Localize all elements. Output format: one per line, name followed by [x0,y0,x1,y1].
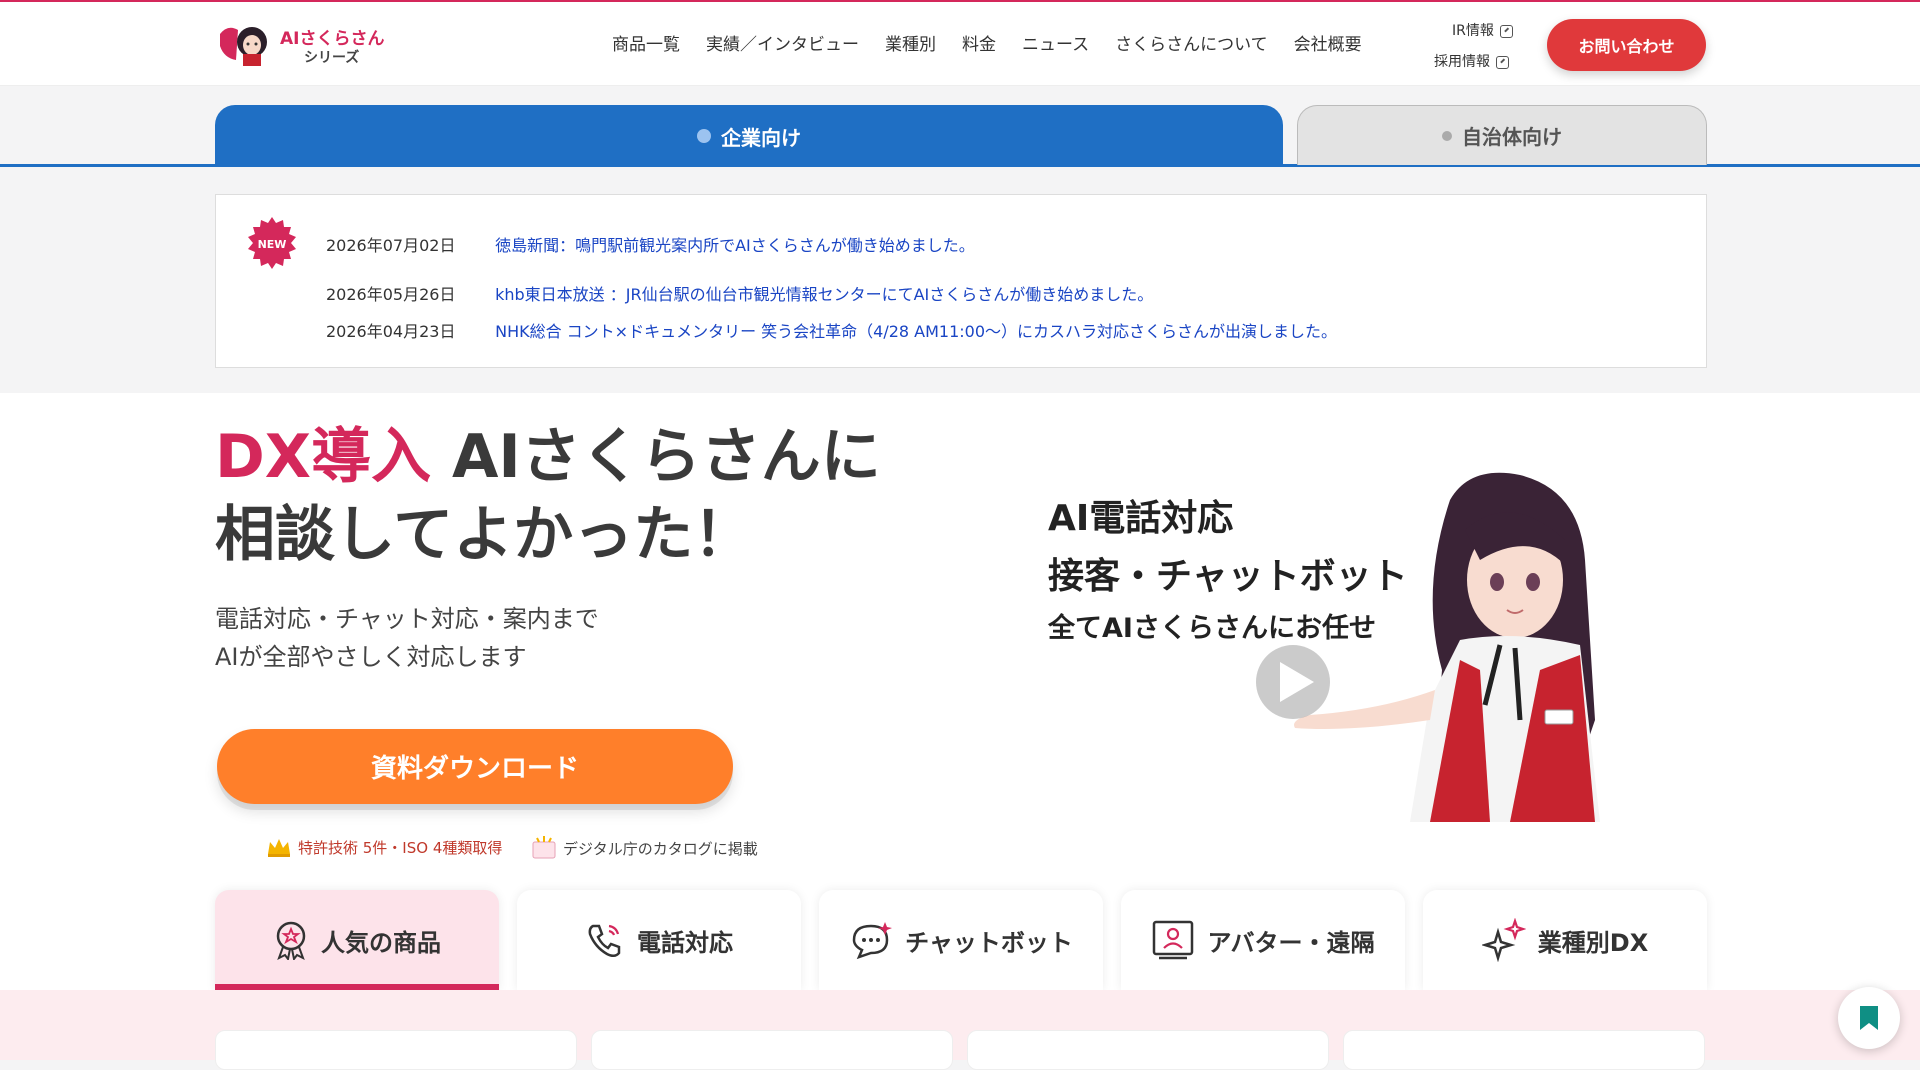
new-badge-label: NEW [258,238,287,251]
catalog-book-icon [532,836,556,859]
award-ribbon-icon [276,921,306,960]
category-label: 電話対応 [637,928,733,957]
sakura-mascot-illustration [1256,472,1600,822]
new-badge-icon: NEW [248,217,296,269]
news-headline[interactable]: khb東日本放送 ：JR仙台駅の仙台市観光情報センターにてAIさくらさんが働き始… [495,285,1153,304]
bookmark-icon [1860,1006,1878,1030]
hero-title-line1: AIさくらさんに [431,422,881,492]
bullet-dot-icon [697,129,711,143]
hero-subtitle-line1: 電話対応・チャット対応・案内まで [215,605,599,633]
news-item[interactable]: 2026年04月23日 NHK総合 コント×ドキュメンタリー 笑う会社革命（4/… [326,318,1337,342]
crown-icon [268,839,290,857]
product-card[interactable] [215,1030,577,1070]
sparkle-icon [1481,918,1526,962]
news-headline[interactable]: NHK総合 コント×ドキュメンタリー 笑う会社革命（4/28 AM11:00〜）… [495,322,1337,341]
category-label: 業種別DX [1537,928,1649,957]
external-link-icon [1499,25,1513,38]
ir-label: IR情報 [1452,23,1494,39]
hero-subtitle: 電話対応・チャット対応・案内まで AIが全部やさしく対応します [215,600,599,676]
nav-item-industries[interactable]: 業種別 [885,30,936,55]
category-label: 人気の商品 [321,928,441,957]
bookmark-button[interactable] [1838,987,1900,1049]
product-card[interactable] [1343,1030,1705,1070]
hero-title: DX導入 AIさくらさんに 相談してよかった！ [215,418,881,574]
news-item[interactable]: 2026年07月02日 徳島新聞：鳴門駅前観光案内所でAIさくらさんが働き始めま… [326,232,975,256]
tab-government-label: 自治体向け [1462,125,1562,149]
logo[interactable]: AIさくらさん シリーズ [218,18,398,70]
category-label: アバター・遠隔 [1207,928,1375,957]
patent-cert-label: 特許技術 5件・ISO 4種類取得 [298,838,503,857]
logo-subtitle: シリーズ [304,50,360,66]
contact-button[interactable]: お問い合わせ [1547,19,1706,71]
catalog-cert: デジタル庁のカタログに掲載 [531,836,758,860]
product-card[interactable] [967,1030,1329,1070]
news-item[interactable]: 2026年05月26日 khb東日本放送 ：JR仙台駅の仙台市観光情報センターに… [326,281,1153,305]
nav-item-products[interactable]: 商品一覧 [612,30,680,55]
tab-corporate-label: 企業向け [721,125,801,150]
tab-government[interactable]: 自治体向け [1297,105,1707,165]
patent-cert: 特許技術 5件・ISO 4種類取得 [266,836,502,858]
hero-title-accent: DX導入 [215,422,432,492]
recruit-label: 採用情報 [1434,54,1490,70]
phone-icon [588,924,621,957]
category-tab-phone[interactable]: 電話対応 [517,890,801,990]
news-date: 2026年04月23日 [326,322,456,341]
bullet-dot-icon [1442,130,1452,141]
news-box: NEW 2026年07月02日 徳島新聞：鳴門駅前観光案内所でAIさくらさんが働… [215,194,1707,368]
tab-corporate[interactable]: 企業向け [215,105,1283,167]
site-header: AIさくらさん シリーズ 商品一覧 実績／インタビュー 業種別 料金 ニュース … [0,2,1920,86]
category-tab-chatbot[interactable]: チャットボット [819,890,1103,990]
download-button[interactable]: 資料ダウンロード [217,729,733,804]
nav-item-pricing[interactable]: 料金 [962,30,996,55]
logo-title: AIさくらさん [280,29,385,49]
news-headline[interactable]: 徳島新聞：鳴門駅前観光案内所でAIさくらさんが働き始めました。 [495,236,975,255]
nav-item-news[interactable]: ニュース [1022,30,1089,55]
nav-item-about[interactable]: さくらさんについて [1115,30,1268,55]
external-link-icon [1496,56,1509,69]
hero-title-line2: 相談してよかった！ [215,500,754,570]
category-tab-industry-dx[interactable]: 業種別DX [1423,890,1707,990]
ir-link[interactable]: IR情報 [1452,16,1513,47]
main-nav: 商品一覧 実績／インタビュー 業種別 料金 ニュース さくらさんについて 会社概… [612,30,1388,55]
nav-item-cases[interactable]: 実績／インタビュー [706,30,859,55]
category-label: チャットボット [905,928,1073,957]
product-card[interactable] [591,1030,953,1070]
logo-mascot-icon [220,27,267,66]
category-tab-popular[interactable]: 人気の商品 [215,890,499,990]
avatar-monitor-icon [1153,920,1194,960]
catalog-cert-label: デジタル庁のカタログに掲載 [563,839,758,858]
news-date: 2026年07月02日 [326,236,456,255]
chat-bubble-icon [852,922,893,960]
sub-nav: IR情報 採用情報 [1434,16,1513,78]
nav-item-company[interactable]: 会社概要 [1294,30,1362,55]
category-tab-avatar[interactable]: アバター・遠隔 [1121,890,1405,990]
hero-subtitle-line2: AIが全部やさしく対応します [215,643,527,671]
news-date: 2026年05月26日 [326,285,456,304]
recruit-link[interactable]: 採用情報 [1434,47,1513,78]
